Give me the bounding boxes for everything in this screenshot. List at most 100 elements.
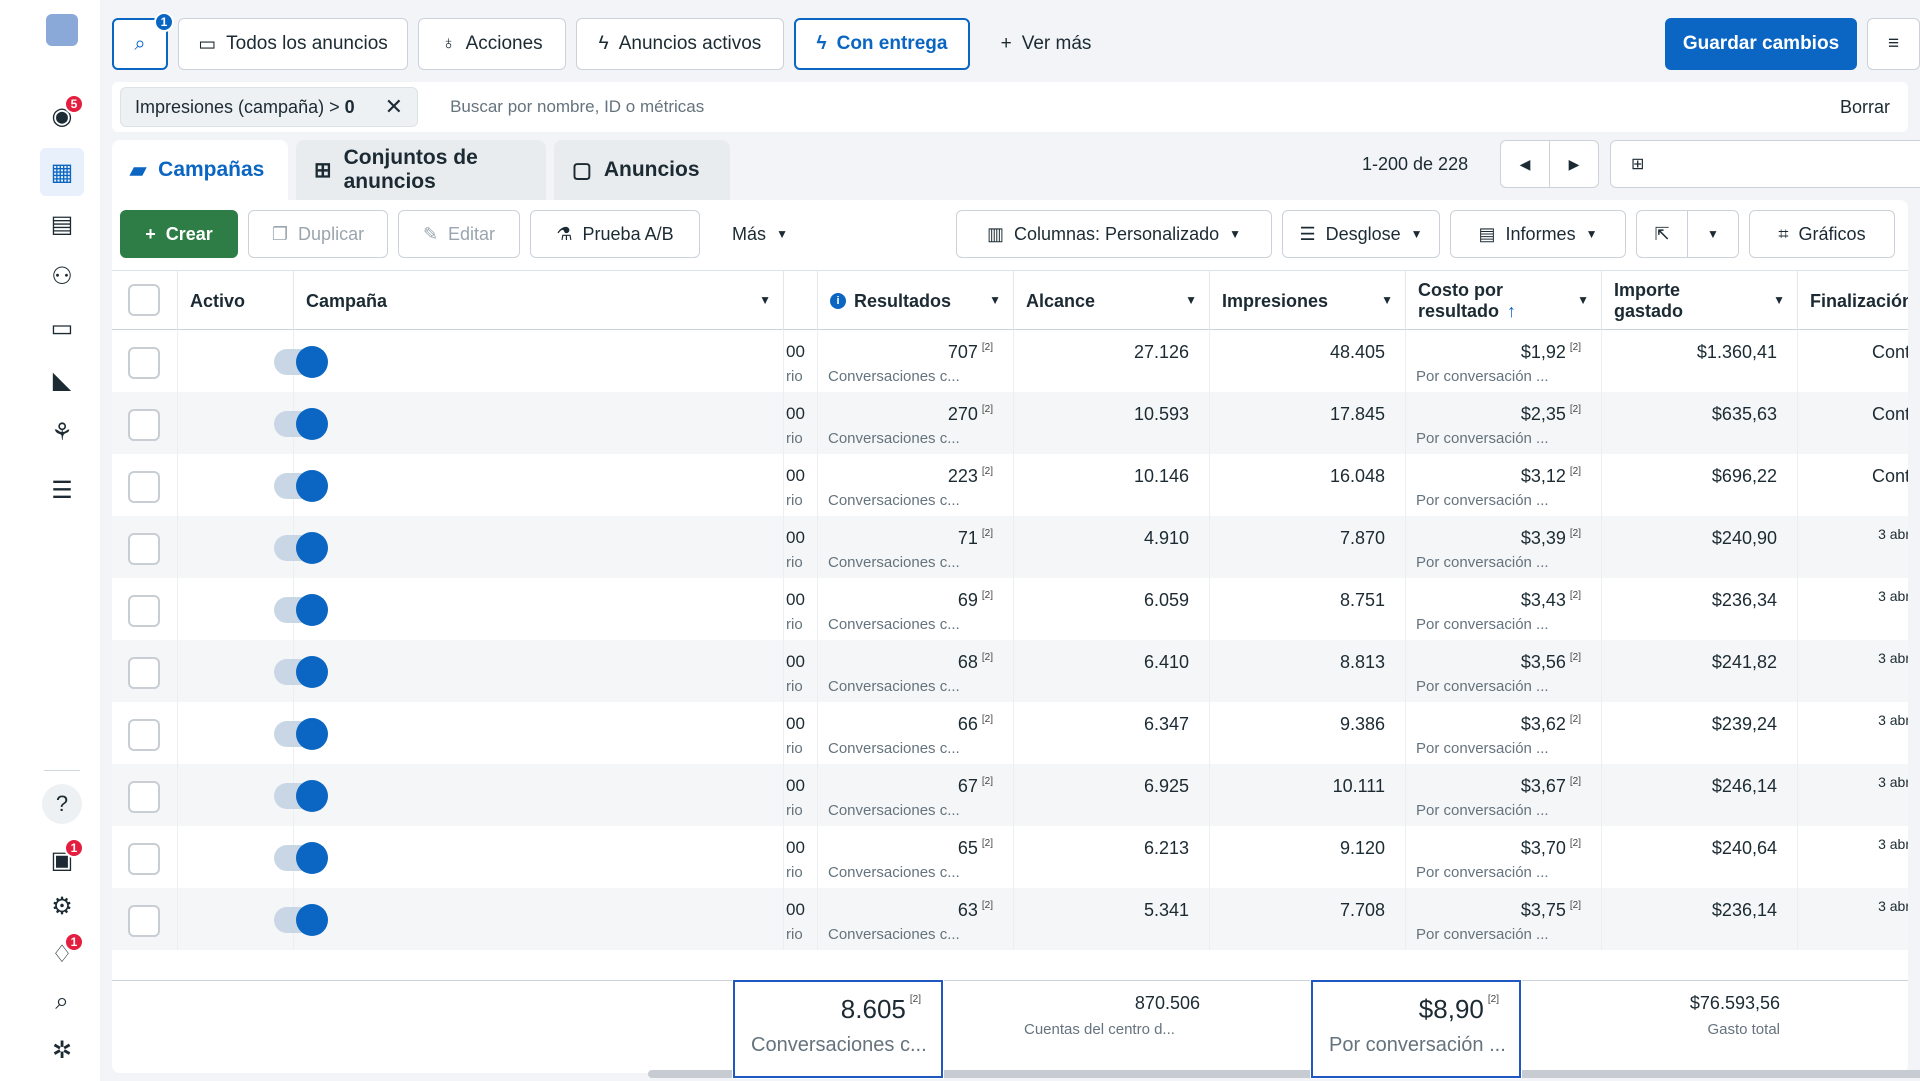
table-row[interactable]: 00 rio 270 [2] Conversaciones c... 10.593 17.8… <box>112 392 1908 454</box>
chevron-down-icon: ▼ <box>1707 227 1719 241</box>
header-results[interactable]: i Resultados ▼ <box>818 271 1014 331</box>
more-actions-button[interactable]: Más ▼ <box>710 210 810 258</box>
cell-frag: 00 rio <box>784 826 818 888</box>
cell-end: 3 abr <box>1798 640 1908 702</box>
search-button[interactable]: ⌕ 1 <box>112 12 174 70</box>
export-menu-button[interactable]: ▼ <box>1687 210 1739 258</box>
row-checkbox[interactable] <box>128 409 160 441</box>
select-all-checkbox[interactable] <box>128 284 160 316</box>
bug-report-icon[interactable]: ✲ <box>40 1030 84 1070</box>
search-icon[interactable]: ⌕ <box>40 982 84 1022</box>
campaigns-table: Activo Campaña ▼ i Resultados ▼ Alcance … <box>112 270 1908 980</box>
filter-active-ads[interactable]: ϟ Anuncios activos <box>576 18 784 70</box>
header-campaign[interactable]: Campaña ▼ <box>294 271 784 331</box>
cell-active <box>178 702 328 764</box>
cell-spent: $236,14 <box>1602 888 1798 950</box>
save-changes-label: Guardar cambios <box>1682 33 1840 54</box>
filter-actions[interactable]: ♁ Acciones <box>418 18 566 70</box>
filter-chip-impressions[interactable]: Impresiones (campaña) > 0 ✕ <box>120 87 419 127</box>
filter-all-ads[interactable]: ▭ Todos los anuncios <box>178 18 408 70</box>
row-checkbox[interactable] <box>128 657 160 689</box>
next-page-button[interactable]: ▶ <box>1549 140 1599 188</box>
filter-active-ads-label: Anuncios activos <box>618 33 762 54</box>
row-checkbox[interactable] <box>128 843 160 875</box>
cell-results: 71 [2] Conversaciones c... <box>818 516 1014 578</box>
spent-value: $635,63 <box>1711 404 1777 424</box>
row-checkbox[interactable] <box>128 781 160 813</box>
create-button[interactable]: + Crear <box>120 210 238 258</box>
search-input[interactable]: Buscar por nombre, ID o métricas <box>450 97 1840 117</box>
close-icon[interactable]: ✕ <box>385 94 403 120</box>
table-view-select[interactable]: ⊞ ▼ <box>1610 140 1920 188</box>
business-network-icon[interactable]: ⚘ <box>40 412 84 452</box>
cell-spent: $240,90 <box>1602 516 1798 578</box>
filter-with-delivery[interactable]: ϟ Con entrega <box>794 18 970 70</box>
table-row[interactable]: 00 rio 223 [2] Conversaciones c... 10.146 16.0… <box>112 454 1908 516</box>
table-row[interactable]: 00 rio 71 [2] Conversaciones c... 4.910 7.870 $… <box>112 516 1908 578</box>
cell-spent: $240,64 <box>1602 826 1798 888</box>
reports-button[interactable]: ▤ Informes ▼ <box>1450 210 1626 258</box>
header-cost-per-result[interactable]: Costo por resultado ↑ ▼ <box>1406 271 1602 331</box>
truncated-value: 00 <box>786 466 805 485</box>
see-more-filters[interactable]: + Ver más <box>980 18 1112 70</box>
table-row[interactable]: 00 rio 68 [2] Conversaciones c... 6.410 8.813 $… <box>112 640 1908 702</box>
save-changes-button[interactable]: Guardar cambios <box>1665 18 1857 70</box>
table-row[interactable]: 00 rio 69 [2] Conversaciones c... 6.059 8.751 $… <box>112 578 1908 640</box>
impressions-value: 7.708 <box>1339 900 1385 920</box>
header-reach[interactable]: Alcance ▼ <box>1014 271 1210 331</box>
table-row[interactable]: 00 rio 63 [2] Conversaciones c... 5.341 7.708 $… <box>112 888 1908 950</box>
export-button[interactable]: ⇱ <box>1636 210 1688 258</box>
header-hidden-col <box>784 271 818 331</box>
header-amount-spent[interactable]: Importe gastado ▼ <box>1602 271 1798 331</box>
settings-sliders-button[interactable]: ≡ <box>1867 18 1920 70</box>
campaigns-table-icon[interactable]: ▦ <box>40 148 84 196</box>
breakdown-button[interactable]: ☰ Desglose ▼ <box>1282 210 1440 258</box>
table-row[interactable]: 00 rio 65 [2] Conversaciones c... 6.213 9.120 $… <box>112 826 1908 888</box>
cell-end: 3 abr <box>1798 516 1908 578</box>
reach-value: 6.347 <box>1143 714 1189 734</box>
breakdown-label: Desglose <box>1325 223 1401 244</box>
megaphone-icon[interactable]: ◣ <box>40 360 84 400</box>
results-sub: Conversaciones c... <box>828 802 960 819</box>
row-checkbox[interactable] <box>128 471 160 503</box>
clear-filters-button[interactable]: Borrar <box>1840 97 1890 118</box>
documents-icon[interactable]: ▤ <box>40 204 84 244</box>
truncated-sub: rio <box>786 864 803 881</box>
audiences-icon[interactable]: ⚇ <box>40 256 84 296</box>
spent-value: $239,24 <box>1711 714 1777 734</box>
cost-sub: Por conversación ... <box>1416 616 1549 633</box>
columns-button[interactable]: ▥ Columnas: Personalizado ▼ <box>956 210 1272 258</box>
header-end[interactable]: Finalización <box>1798 271 1908 331</box>
prev-page-button[interactable]: ◀ <box>1500 140 1550 188</box>
billing-card-icon[interactable]: ▭ <box>40 308 84 348</box>
edit-button[interactable]: ✎ Editar <box>398 210 520 258</box>
app-logo-icon[interactable] <box>46 14 78 46</box>
row-checkbox[interactable] <box>128 533 160 565</box>
row-checkbox[interactable] <box>128 719 160 751</box>
cell-active <box>178 578 328 640</box>
tab-campaigns[interactable]: ▰ Campañas <box>112 140 288 200</box>
table-row[interactable]: 00 rio 66 [2] Conversaciones c... 6.347 9.386 $… <box>112 702 1908 764</box>
settings-gear-icon[interactable]: ⚙ <box>40 886 84 926</box>
duplicate-button[interactable]: ❐ Duplicar <box>248 210 388 258</box>
pagination-range: 1-200 de 228 <box>1362 154 1469 174</box>
inbox-icon[interactable]: ▣ 1 <box>40 838 84 880</box>
table-row[interactable]: 00 rio 707 [2] Conversaciones c... 27.126 48.4… <box>112 330 1908 392</box>
row-checkbox[interactable] <box>128 905 160 937</box>
tab-ad-sets[interactable]: ⊞ Conjuntos de anuncios <box>296 140 546 200</box>
table-row[interactable]: 00 rio 67 [2] Conversaciones c... 6.925 10.111… <box>112 764 1908 826</box>
row-checkbox[interactable] <box>128 595 160 627</box>
end-value: 3 abr <box>1878 588 1908 604</box>
tab-ads[interactable]: ▢ Anuncios <box>554 140 730 200</box>
menu-hamburger-icon[interactable]: ☰ <box>40 470 84 510</box>
profile-icon[interactable]: ◉ 5 <box>40 94 84 136</box>
header-active[interactable]: Activo <box>178 271 294 331</box>
charts-button[interactable]: ⌗ Gráficos <box>1749 210 1895 258</box>
cost-value: $3,75 [2] <box>1520 900 1581 920</box>
help-icon[interactable]: ? <box>40 784 84 824</box>
results-value: 69 [2] <box>957 590 993 610</box>
bell-icon[interactable]: ♢ 1 <box>40 932 84 974</box>
header-impressions[interactable]: Impresiones ▼ <box>1210 271 1406 331</box>
ab-test-button[interactable]: ⚗ Prueba A/B <box>530 210 700 258</box>
row-checkbox[interactable] <box>128 347 160 379</box>
